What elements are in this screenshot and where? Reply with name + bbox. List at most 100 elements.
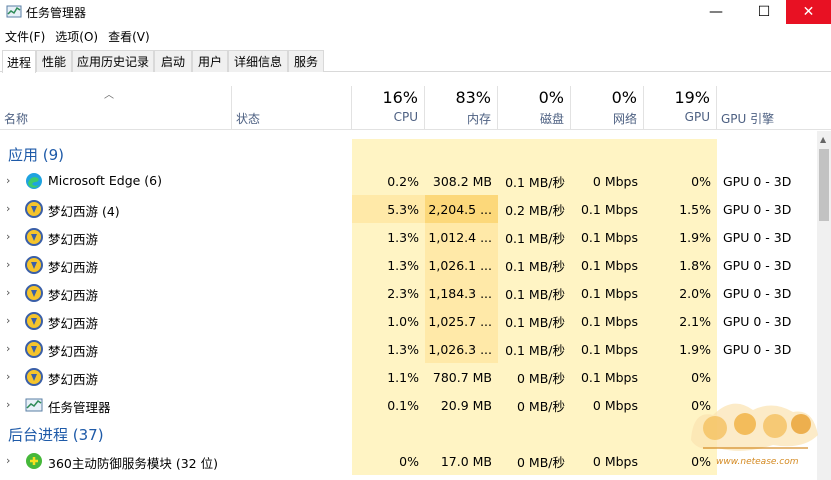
chevron-right-icon[interactable]: › xyxy=(6,286,10,299)
header-gpu-engine[interactable]: GPU 引擎 xyxy=(717,86,831,130)
cpu-cell: 2.3% xyxy=(352,279,425,307)
cpu-cell: 0% xyxy=(352,447,425,475)
gpu-engine-cell: GPU 0 - 3D xyxy=(717,335,817,363)
mhxy-icon xyxy=(25,228,43,246)
mem-cell: 1,026.1 ... xyxy=(425,251,498,279)
process-name: 梦幻西游 xyxy=(48,232,99,247)
cpu-cell: 1.3% xyxy=(352,251,425,279)
gpu-cell: 1.5% xyxy=(644,195,717,223)
chevron-right-icon[interactable]: › xyxy=(6,230,10,243)
disk-cell: 0.1 MB/秒 xyxy=(498,223,571,251)
process-name: 梦幻西游 (4) xyxy=(48,204,120,219)
watermark-url: www.netease.com xyxy=(716,457,799,467)
process-name: 360主动防御服务模块 (32 位) xyxy=(48,456,218,471)
process-name: 梦幻西游 xyxy=(48,372,99,387)
table-row[interactable]: › 梦幻西游 1.1% 780.7 MB 0 MB/秒 0.1 Mbps 0% xyxy=(0,363,817,391)
mem-cell: 17.0 MB xyxy=(425,447,498,475)
chevron-right-icon[interactable]: › xyxy=(6,202,10,215)
net-cell: 0.1 Mbps xyxy=(571,335,644,363)
group-disk-cell xyxy=(498,419,571,447)
group-cpu-cell xyxy=(352,419,425,447)
task-manager-icon xyxy=(6,5,22,18)
header-gpu[interactable]: 19% GPU xyxy=(644,86,717,130)
gpu-cell: 1.9% xyxy=(644,223,717,251)
table-row[interactable]: › 梦幻西游 1.0% 1,025.7 ... 0.1 MB/秒 0.1 Mbps 2.1%… xyxy=(0,307,817,335)
tab-startup[interactable]: 启动 xyxy=(154,50,192,72)
group-mem-cell xyxy=(425,419,498,447)
scroll-thumb[interactable] xyxy=(819,149,829,221)
net-cell: 0.1 Mbps xyxy=(571,251,644,279)
cpu-cell: 1.0% xyxy=(352,307,425,335)
table-row[interactable]: › Microsoft Edge (6) 0.2% 308.2 MB 0.1 MB/秒 0… xyxy=(0,167,817,195)
disk-cell: 0.1 MB/秒 xyxy=(498,167,571,195)
chevron-right-icon[interactable]: › xyxy=(6,258,10,271)
tab-users[interactable]: 用户 xyxy=(192,50,228,72)
net-cell: 0.1 Mbps xyxy=(571,307,644,335)
window-title: 任务管理器 xyxy=(26,6,87,20)
cpu-cell: 0.1% xyxy=(352,391,425,419)
chevron-right-icon[interactable]: › xyxy=(6,174,10,187)
process-name: 梦幻西游 xyxy=(48,344,99,359)
chevron-right-icon[interactable]: › xyxy=(6,370,10,383)
close-button[interactable]: ✕ xyxy=(786,0,831,24)
group-apps[interactable]: 应用 (9) xyxy=(0,139,817,167)
gpu-engine-cell: GPU 0 - 3D xyxy=(717,167,817,195)
table-row[interactable]: › 梦幻西游 1.3% 1,012.4 ... 0.1 MB/秒 0.1 Mbps 1.9%… xyxy=(0,223,817,251)
gpu-cell: 2.1% xyxy=(644,307,717,335)
table-row[interactable]: › 梦幻西游 2.3% 1,184.3 ... 0.1 MB/秒 0.1 Mbps 2.0%… xyxy=(0,279,817,307)
mhxy-icon xyxy=(25,368,43,386)
mhxy-icon xyxy=(25,340,43,358)
table-row[interactable]: › 梦幻西游 (4) 5.3% 2,204.5 ... 0.2 MB/秒 0.1 Mbps… xyxy=(0,195,817,223)
net-cell: 0.1 Mbps xyxy=(571,279,644,307)
minimize-button[interactable]: — xyxy=(693,0,739,24)
group-gpu-cell xyxy=(644,139,717,167)
task-manager-icon xyxy=(25,396,43,414)
process-name: 任务管理器 xyxy=(48,400,111,415)
cpu-cell: 0.2% xyxy=(352,167,425,195)
header-name[interactable]: 名称 xyxy=(0,86,232,130)
mhxy-icon xyxy=(25,256,43,274)
chevron-right-icon[interactable]: › xyxy=(6,454,10,467)
header-disk[interactable]: 0% 磁盘 xyxy=(498,86,571,130)
menu-bar: 文件(F) 选项(O) 查看(V) xyxy=(0,28,155,46)
header-status[interactable]: 状态 xyxy=(232,86,352,130)
header-memory[interactable]: 83% 内存 xyxy=(425,86,498,130)
chevron-right-icon[interactable]: › xyxy=(6,314,10,327)
menu-view[interactable]: 查看(V) xyxy=(103,28,155,46)
tab-app-history[interactable]: 应用历史记录 xyxy=(72,50,154,72)
mem-cell: 1,025.7 ... xyxy=(425,307,498,335)
disk-cell: 0.2 MB/秒 xyxy=(498,195,571,223)
scroll-up-icon[interactable]: ▲ xyxy=(820,135,826,144)
chevron-right-icon[interactable]: › xyxy=(6,342,10,355)
tab-details[interactable]: 详细信息 xyxy=(228,50,288,72)
group-title: 应用 (9) xyxy=(8,146,65,164)
process-name: Microsoft Edge (6) xyxy=(48,173,162,188)
gpu-engine-cell xyxy=(717,363,817,391)
cpu-cell: 5.3% xyxy=(352,195,425,223)
tab-services[interactable]: 服务 xyxy=(288,50,324,72)
chevron-right-icon[interactable]: › xyxy=(6,398,10,411)
process-name: 梦幻西游 xyxy=(48,260,99,275)
mem-cell: 780.7 MB xyxy=(425,363,498,391)
net-cell: 0.1 Mbps xyxy=(571,363,644,391)
header-network[interactable]: 0% 网络 xyxy=(571,86,644,130)
disk-cell: 0.1 MB/秒 xyxy=(498,279,571,307)
column-header: ︿ 名称 状态 16% CPU 83% 内存 0% 磁盘 0% 网络 19% G… xyxy=(0,86,831,130)
mem-cell: 20.9 MB xyxy=(425,391,498,419)
menu-file[interactable]: 文件(F) xyxy=(0,28,50,46)
maximize-button[interactable]: ☐ xyxy=(741,0,787,24)
menu-options[interactable]: 选项(O) xyxy=(50,28,103,46)
table-row[interactable]: › 梦幻西游 1.3% 1,026.3 ... 0.1 MB/秒 0.1 Mbps 1.9%… xyxy=(0,335,817,363)
tab-processes[interactable]: 进程 xyxy=(2,50,36,73)
group-net-cell xyxy=(571,139,644,167)
gpu-engine-cell: GPU 0 - 3D xyxy=(717,251,817,279)
360-icon xyxy=(25,452,43,470)
cpu-cell: 1.3% xyxy=(352,335,425,363)
header-cpu[interactable]: 16% CPU xyxy=(352,86,425,130)
gpu-engine-cell: GPU 0 - 3D xyxy=(717,195,817,223)
tab-bar: 进程 性能 应用历史记录 启动 用户 详细信息 服务 xyxy=(0,50,831,73)
logo-icon xyxy=(691,403,818,451)
table-row[interactable]: › 梦幻西游 1.3% 1,026.1 ... 0.1 MB/秒 0.1 Mbps 1.8%… xyxy=(0,251,817,279)
tab-performance[interactable]: 性能 xyxy=(36,50,72,72)
disk-cell: 0 MB/秒 xyxy=(498,363,571,391)
